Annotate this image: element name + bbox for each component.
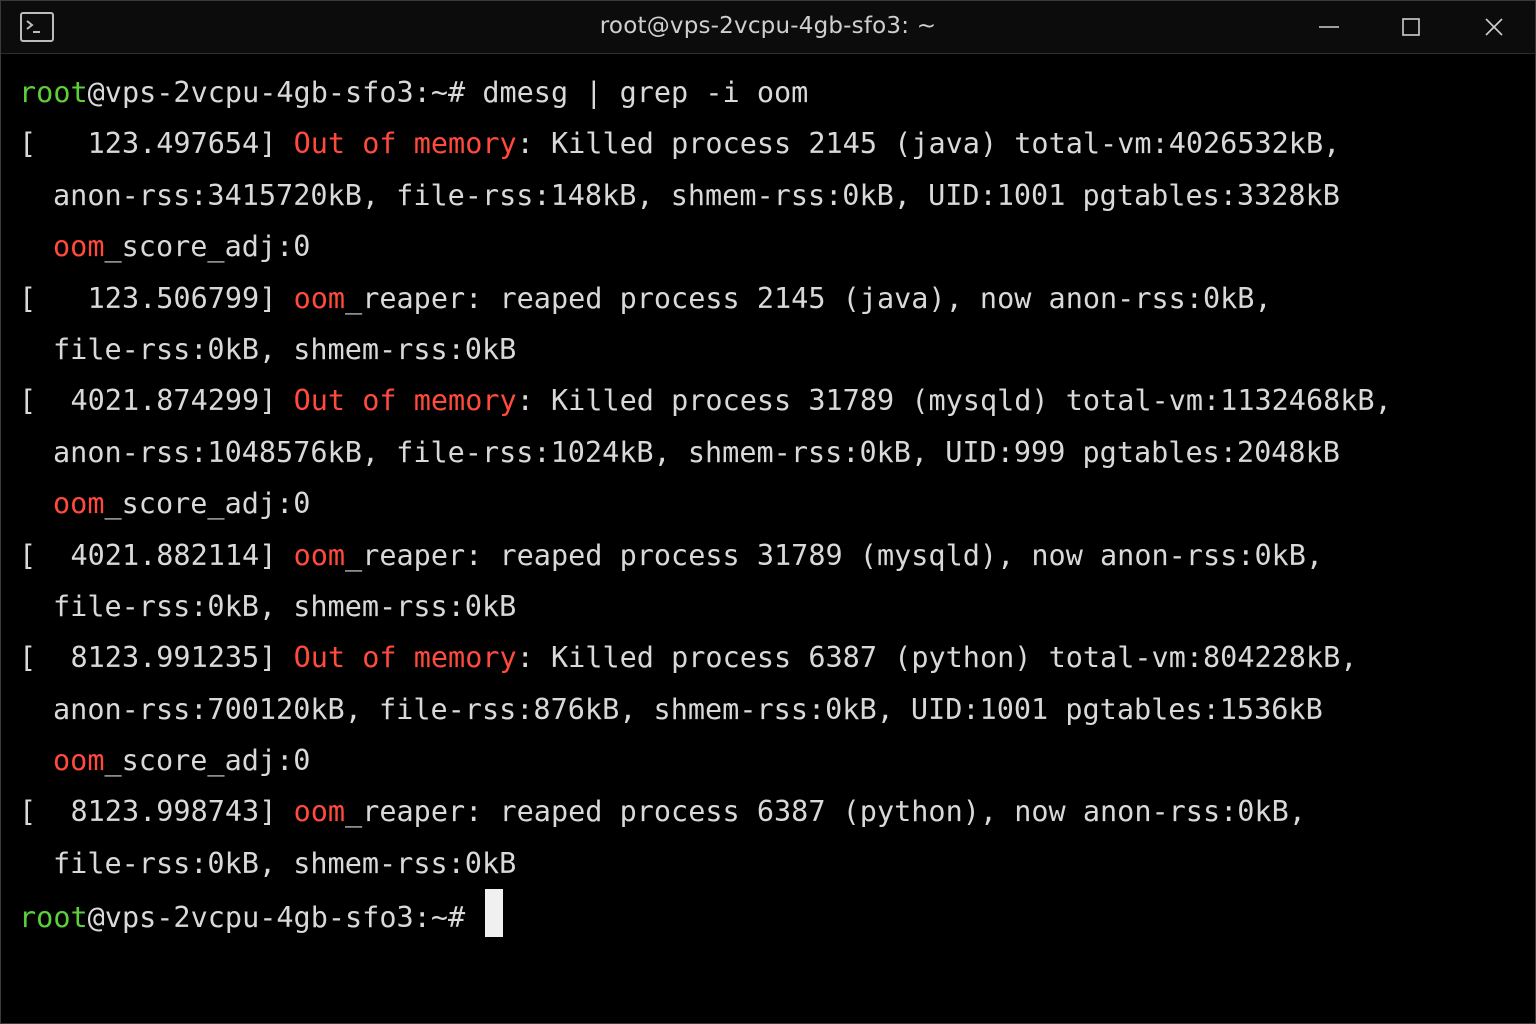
prompt-host: @vps-2vcpu-4gb-sfo3: bbox=[87, 901, 431, 935]
log-line: [ 4021.882114] oom_reaper: reaped proces… bbox=[19, 530, 1525, 581]
log-tag: oom bbox=[293, 538, 346, 572]
text-cursor bbox=[485, 889, 504, 938]
log-line: [ 8123.991235] Out of memory: Killed pro… bbox=[19, 632, 1525, 683]
log-timestamp: [ 4021.882114] bbox=[19, 538, 277, 572]
prompt-line[interactable]: root@vps-2vcpu-4gb-sfo3:~# bbox=[19, 889, 1525, 940]
log-line-continuation: file-rss:0kB, shmem-rss:0kB bbox=[19, 838, 1525, 889]
close-button[interactable] bbox=[1472, 9, 1516, 45]
log-line: [ 123.506799] oom_reaper: reaped process… bbox=[19, 273, 1525, 324]
log-message: : Killed process 6387 (python) total-vm:… bbox=[516, 641, 1358, 675]
minimize-button[interactable] bbox=[1307, 9, 1351, 45]
log-timestamp: [ 123.506799] bbox=[19, 281, 277, 315]
log-line: [ 4021.874299] Out of memory: Killed pro… bbox=[19, 375, 1525, 426]
log-tag: memory bbox=[413, 384, 517, 418]
log-tag: oom bbox=[53, 230, 105, 264]
prompt-tilde: ~ bbox=[430, 901, 448, 935]
prompt-symbol: # bbox=[447, 901, 466, 935]
log-line-continuation: oom_score_adj:0 bbox=[19, 221, 1525, 272]
log-line-continuation: oom_score_adj:0 bbox=[19, 478, 1525, 529]
log-message: _reaper: reaped process 31789 (mysqld), … bbox=[345, 538, 1324, 572]
log-tag: memory bbox=[413, 127, 517, 161]
log-tag: Out bbox=[293, 641, 346, 675]
close-icon bbox=[1485, 18, 1503, 36]
log-tag: oom bbox=[53, 487, 105, 521]
log-message: : Killed process 2145 (java) total-vm:40… bbox=[516, 127, 1341, 161]
log-tag: of bbox=[362, 127, 397, 161]
terminal-window: root@vps-2vcpu-4gb-sfo3: ~ root@vps-2vcp… bbox=[0, 0, 1536, 1024]
log-message: file-rss:0kB, shmem-rss:0kB bbox=[53, 589, 517, 623]
log-line-continuation: file-rss:0kB, shmem-rss:0kB bbox=[19, 581, 1525, 632]
log-message: anon-rss:1048576kB, file-rss:1024kB, shm… bbox=[53, 435, 1340, 469]
log-message: : Killed process 31789 (mysqld) total-vm… bbox=[516, 384, 1392, 418]
log-tag: Out bbox=[293, 127, 346, 161]
log-message: _score_adj:0 bbox=[104, 230, 311, 264]
maximize-icon bbox=[1402, 18, 1420, 36]
prompt-tilde: ~ bbox=[430, 76, 448, 109]
window-title: root@vps-2vcpu-4gb-sfo3: ~ bbox=[599, 13, 937, 39]
log-message: anon-rss:700120kB, file-rss:876kB, shmem… bbox=[53, 692, 1323, 726]
prompt-host: @vps-2vcpu-4gb-sfo3: bbox=[87, 76, 431, 109]
log-tag: oom bbox=[293, 281, 346, 315]
log-message: _reaper: reaped process 6387 (python), n… bbox=[345, 795, 1306, 829]
log-line-continuation: anon-rss:700120kB, file-rss:876kB, shmem… bbox=[19, 684, 1525, 735]
log-timestamp: [ 123.497654] bbox=[19, 127, 277, 161]
log-message: file-rss:0kB, shmem-rss:0kB bbox=[53, 332, 517, 366]
log-message: _score_adj:0 bbox=[104, 487, 311, 521]
log-message: anon-rss:3415720kB, file-rss:148kB, shme… bbox=[53, 178, 1340, 212]
log-tag: oom bbox=[53, 744, 105, 778]
log-tag: oom bbox=[293, 795, 346, 829]
log-line: [ 8123.998743] oom_reaper: reaped proces… bbox=[19, 786, 1525, 837]
log-line-continuation: oom_score_adj:0 bbox=[19, 735, 1525, 786]
prompt-user: root bbox=[19, 76, 88, 109]
maximize-button[interactable] bbox=[1389, 9, 1433, 45]
command-line: root@vps-2vcpu-4gb-sfo3:~# dmesg | grep … bbox=[19, 67, 1525, 118]
log-timestamp: [ 8123.991235] bbox=[19, 641, 277, 675]
log-line-continuation: file-rss:0kB, shmem-rss:0kB bbox=[19, 324, 1525, 375]
minimize-icon bbox=[1319, 26, 1339, 28]
log-message: _score_adj:0 bbox=[104, 744, 311, 778]
prompt-symbol: # bbox=[447, 76, 466, 109]
log-message: _reaper: reaped process 2145 (java), now… bbox=[345, 281, 1272, 315]
log-line-continuation: anon-rss:1048576kB, file-rss:1024kB, shm… bbox=[19, 427, 1525, 478]
log-tag: of bbox=[362, 384, 397, 418]
log-timestamp: [ 4021.874299] bbox=[19, 384, 277, 418]
log-line-continuation: anon-rss:3415720kB, file-rss:148kB, shme… bbox=[19, 170, 1525, 221]
title-bar[interactable]: root@vps-2vcpu-4gb-sfo3: ~ bbox=[1, 1, 1535, 54]
command-text: dmesg | grep -i oom bbox=[465, 76, 809, 109]
log-timestamp: [ 8123.998743] bbox=[19, 795, 277, 829]
log-tag: Out bbox=[293, 384, 346, 418]
log-message: file-rss:0kB, shmem-rss:0kB bbox=[53, 846, 517, 880]
log-tag: memory bbox=[413, 641, 517, 675]
prompt-user: root bbox=[19, 901, 88, 935]
terminal-output[interactable]: root@vps-2vcpu-4gb-sfo3:~# dmesg | grep … bbox=[19, 67, 1525, 941]
log-tag: of bbox=[362, 641, 397, 675]
log-line: [ 123.497654] Out of memory: Killed proc… bbox=[19, 118, 1525, 169]
